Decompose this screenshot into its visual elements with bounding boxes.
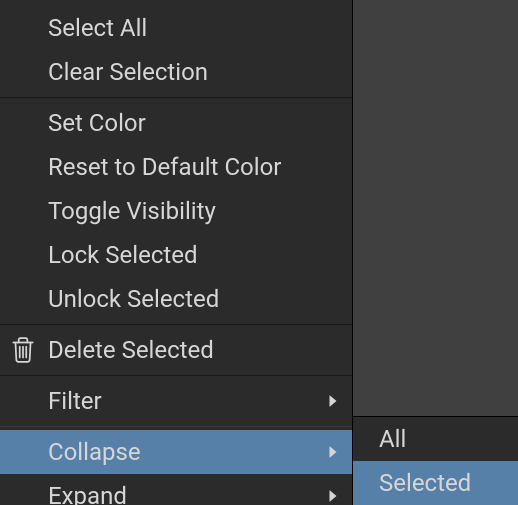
menu-separator: [0, 324, 352, 325]
menu-item-clear-selection[interactable]: Clear Selection: [0, 50, 352, 94]
menu-item-lock-selected[interactable]: Lock Selected: [0, 233, 352, 277]
submenu-item-all[interactable]: All: [353, 417, 518, 461]
menu-item-label: Delete Selected: [48, 336, 338, 364]
menu-item-label: Set Color: [48, 109, 338, 137]
menu-item-label: Collapse: [48, 438, 318, 466]
menu-item-reset-default-color[interactable]: Reset to Default Color: [0, 145, 352, 189]
menu-item-label: Clear Selection: [48, 58, 338, 86]
menu-item-delete-selected[interactable]: Delete Selected: [0, 328, 352, 372]
menu-item-expand[interactable]: Expand: [0, 474, 352, 505]
menu-item-unlock-selected[interactable]: Unlock Selected: [0, 277, 352, 321]
menu-item-label: Select All: [48, 14, 338, 42]
submenu-item-label: All: [379, 425, 504, 453]
context-menu: Select All Clear Selection Set Color Res…: [0, 0, 353, 505]
menu-separator: [0, 375, 352, 376]
chevron-right-icon: [318, 445, 338, 459]
menu-item-label: Lock Selected: [48, 241, 338, 269]
submenu-collapse: All Selected: [353, 416, 518, 505]
submenu-item-selected[interactable]: Selected: [353, 461, 518, 505]
menu-item-toggle-visibility[interactable]: Toggle Visibility: [0, 189, 352, 233]
menu-item-label: Reset to Default Color: [48, 153, 338, 181]
menu-item-filter[interactable]: Filter: [0, 379, 352, 423]
menu-item-select-all[interactable]: Select All: [0, 6, 352, 50]
menu-separator: [0, 97, 352, 98]
menu-separator: [0, 426, 352, 427]
chevron-right-icon: [318, 489, 338, 503]
menu-item-set-color[interactable]: Set Color: [0, 101, 352, 145]
menu-item-label: Expand: [48, 482, 318, 505]
menu-item-collapse[interactable]: Collapse: [0, 430, 352, 474]
trash-icon: [10, 336, 48, 364]
chevron-right-icon: [318, 394, 338, 408]
menu-item-label: Filter: [48, 387, 318, 415]
submenu-item-label: Selected: [379, 469, 504, 497]
menu-item-label: Toggle Visibility: [48, 197, 338, 225]
menu-item-label: Unlock Selected: [48, 285, 338, 313]
